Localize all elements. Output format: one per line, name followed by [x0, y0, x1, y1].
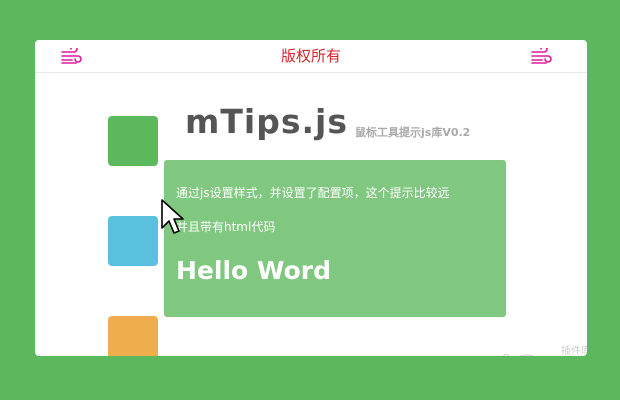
- watermark-subtext: 插件库: [561, 344, 587, 356]
- brand-subtitle: 鼠标工具提示js库V0.2: [355, 126, 471, 139]
- brand-title: mTips.js: [185, 102, 348, 141]
- top-bar: 版权所有: [35, 40, 587, 73]
- demo-card: 版权所有 mTips.js 鼠标工具提示js库V0.2 通过js设置样式，并设置…: [35, 40, 587, 356]
- tooltip-line: 通过js设置样式，并设置了配置项，这个提示比较远: [176, 186, 450, 200]
- tooltip-heading: Hello Word: [176, 256, 331, 285]
- tip-target-orange[interactable]: [108, 316, 158, 356]
- tip-target-green[interactable]: [108, 116, 158, 166]
- wind-icon: [531, 48, 552, 64]
- tooltip-popup: 通过js设置样式，并设置了配置项，这个提示比较远 并且带有html代码 Hell…: [164, 160, 506, 317]
- tooltip-line: 并且带有html代码: [176, 220, 276, 234]
- page-title: 版权所有: [280, 47, 341, 65]
- watermark-logo: jQuery 插件库: [490, 344, 587, 356]
- mouse-pointer-icon: [161, 199, 184, 234]
- tip-target-blue[interactable]: [108, 216, 158, 266]
